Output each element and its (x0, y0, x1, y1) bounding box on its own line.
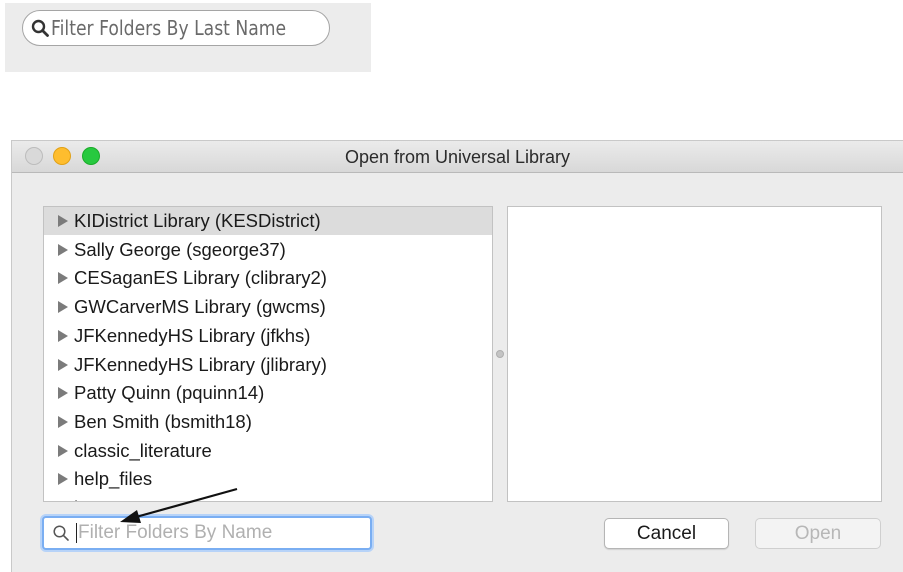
split-view-divider-handle[interactable] (496, 350, 504, 358)
disclosure-triangle-icon[interactable] (57, 214, 69, 228)
open-dialog-window: Open from Universal Library KIDistrict L… (11, 140, 903, 572)
folder-label: GWCarverMS Library (gwcms) (74, 296, 326, 318)
folder-contents-pane[interactable] (507, 206, 882, 502)
old-filter-snippet: Filter Folders By Last Name (5, 3, 371, 72)
folder-label: Ben Smith (bsmith18) (74, 410, 252, 432)
folder-row[interactable]: GWCarverMS Library (gwcms) (44, 293, 492, 321)
disclosure-triangle-icon[interactable] (57, 472, 69, 486)
disclosure-triangle-icon[interactable] (57, 300, 69, 314)
folder-row[interactable]: classic_literature (44, 437, 492, 465)
disclosure-triangle-icon[interactable] (57, 386, 69, 400)
folder-filter-input[interactable] (78, 522, 348, 544)
folder-label: JFKennedyHS Library (jfkhs) (74, 324, 311, 346)
disclosure-triangle-icon[interactable] (57, 415, 69, 429)
window-title: Open from Universal Library (344, 147, 571, 167)
folder-label: CESaganES Library (clibrary2) (74, 267, 327, 289)
disclosure-triangle-icon[interactable] (57, 501, 69, 502)
disclosure-triangle-icon[interactable] (57, 243, 69, 257)
disclosure-triangle-icon[interactable] (57, 358, 69, 372)
title-bar[interactable]: Open from Universal Library (12, 141, 903, 173)
folder-row[interactable]: Ben Smith (bsmith18) (44, 408, 492, 436)
folder-row[interactable]: Patty Quinn (pquinn14) (44, 379, 492, 407)
disclosure-triangle-icon[interactable] (57, 329, 69, 343)
disclosure-triangle-icon[interactable] (57, 271, 69, 285)
folder-list[interactable]: KIDistrict Library (KESDistrict) Sally Ge… (43, 206, 493, 502)
open-button[interactable]: Open (755, 518, 881, 549)
folder-filter-field[interactable] (42, 516, 372, 550)
text-cursor (76, 523, 77, 543)
folder-row[interactable]: JFKennedyHS Library (jlibrary) (44, 351, 492, 379)
folder-row[interactable]: l (44, 494, 492, 502)
folder-label: l (74, 497, 78, 501)
folder-label: help_files (74, 468, 153, 490)
folder-row[interactable]: KIDistrict Library (KESDistrict) (44, 207, 492, 235)
folder-label: JFKennedyHS Library (jlibrary) (74, 353, 327, 375)
last-name-filter-field[interactable]: Filter Folders By Last Name (22, 10, 330, 46)
folder-row[interactable]: Sally George (sgeorge37) (44, 236, 492, 264)
folder-label: Patty Quinn (pquinn14) (74, 382, 265, 404)
folder-row[interactable]: JFKennedyHS Library (jfkhs) (44, 322, 492, 350)
cancel-button[interactable]: Cancel (604, 518, 729, 549)
folder-row[interactable]: CESaganES Library (clibrary2) (44, 264, 492, 292)
disclosure-triangle-icon[interactable] (57, 444, 69, 458)
last-name-filter-placeholder: Filter Folders By Last Name (51, 16, 287, 40)
folder-label: Sally George (sgeorge37) (74, 238, 286, 260)
folder-row[interactable]: help_files (44, 465, 492, 493)
folder-label: classic_literature (74, 439, 212, 461)
search-icon (31, 19, 49, 37)
folder-label: KIDistrict Library (KESDistrict) (74, 210, 321, 231)
search-icon (53, 525, 69, 541)
